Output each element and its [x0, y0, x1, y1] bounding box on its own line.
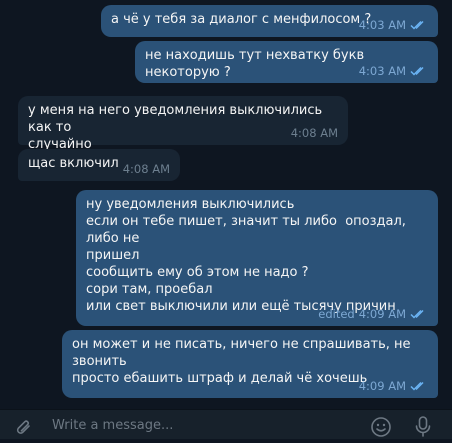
message-time: 4:09 AM [358, 307, 406, 321]
message-time: 4:09 AM [358, 379, 406, 393]
message-bubble-incoming[interactable]: щас включил 4:08 AM [18, 149, 180, 181]
message-meta: 4:08 AM [291, 126, 338, 140]
message-time: 4:03 AM [358, 64, 406, 78]
message-bubble-incoming[interactable]: у меня на него уведомления выключились к… [18, 96, 348, 152]
message-text: ну уведомления выключились если он тебе … [86, 197, 406, 314]
message-time: 4:03 AM [358, 18, 406, 32]
message-meta: 4:09 AM [359, 379, 428, 393]
paperclip-icon[interactable] [14, 417, 34, 443]
double-check-icon [410, 20, 428, 30]
double-check-icon [410, 66, 428, 76]
message-meta: 4:03 AM [359, 18, 428, 32]
message-input[interactable] [52, 418, 352, 433]
message-composer [0, 409, 452, 439]
message-meta: 4:08 AM [123, 162, 170, 176]
double-check-icon [410, 309, 428, 319]
message-time: 4:08 AM [290, 126, 338, 140]
message-bubble-outgoing[interactable]: не находишь тут нехватку букв некоторую … [135, 41, 438, 83]
message-bubble-outgoing[interactable]: ну уведомления выключились если он тебе … [76, 190, 438, 326]
edited-label: edited [318, 307, 355, 321]
double-check-icon [410, 381, 428, 391]
message-meta: 4:03 AM [359, 64, 428, 78]
smile-icon[interactable] [370, 416, 392, 442]
message-list[interactable]: а чё у тебя за диалог с менфилосом ? 4:0… [0, 0, 452, 409]
message-meta: edited 4:09 AM [318, 307, 428, 321]
message-bubble-outgoing[interactable]: он может и не писать, ничего не спрашива… [62, 330, 438, 398]
message-time: 4:08 AM [122, 162, 170, 176]
message-bubble-outgoing[interactable]: а чё у тебя за диалог с менфилосом ? 4:0… [101, 5, 438, 37]
